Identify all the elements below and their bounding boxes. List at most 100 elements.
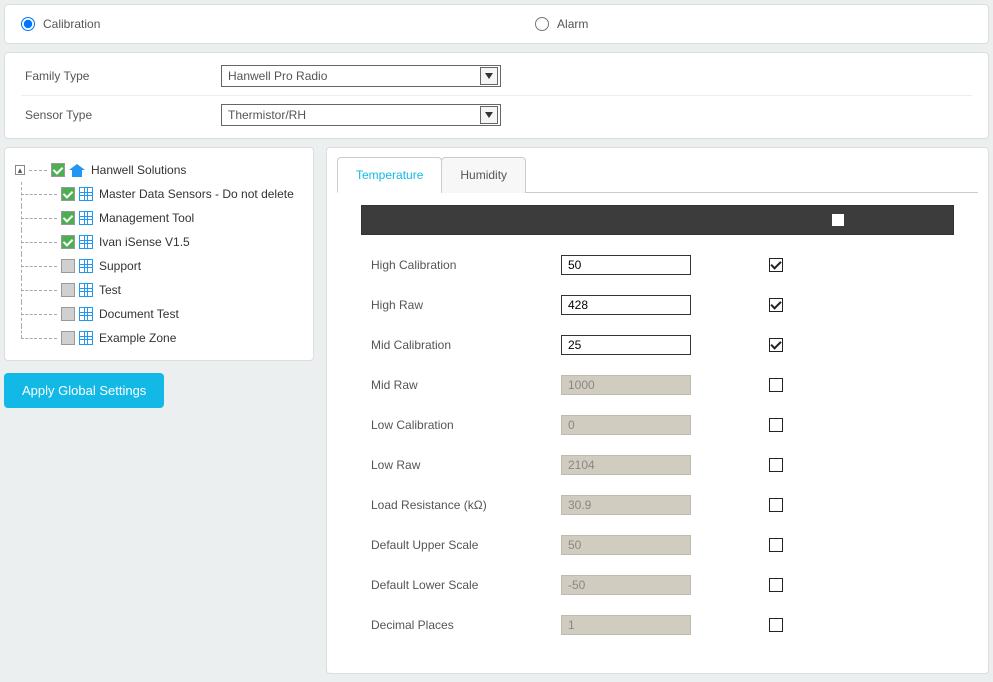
tree-item-checkbox[interactable] [61, 331, 75, 345]
tree-item-label[interactable]: Management Tool [99, 211, 194, 225]
form-wrap: High Calibration High Raw Mid Calibration M… [337, 205, 978, 659]
tree-item[interactable]: Support [13, 254, 305, 278]
family-type-value: Hanwell Pro Radio [228, 69, 327, 83]
form-row: High Raw [361, 295, 954, 315]
tree-root-checkbox[interactable] [51, 163, 65, 177]
tree-item-label[interactable]: Ivan iSense V1.5 [99, 235, 190, 249]
form-row: Mid Calibration [361, 335, 954, 355]
form-row-input [561, 455, 691, 475]
grid-icon [79, 187, 93, 201]
tree-column: ▴ Hanwell Solutions Master Data Sensors … [4, 147, 314, 674]
sensor-type-dropdown[interactable]: Thermistor/RH [221, 104, 501, 126]
form-row-input [561, 415, 691, 435]
family-type-label: Family Type [21, 69, 221, 83]
form-row-input[interactable] [561, 295, 691, 315]
form-row: Default Lower Scale [361, 575, 954, 595]
form-row-checkbox[interactable] [769, 538, 783, 552]
tree-item[interactable]: Master Data Sensors - Do not delete [13, 182, 305, 206]
sensor-type-row: Sensor Type Thermistor/RH [21, 96, 972, 134]
form-row-checkbox[interactable] [769, 258, 783, 272]
tree-item-checkbox[interactable] [61, 235, 75, 249]
grid-icon [79, 211, 93, 225]
home-icon [69, 162, 85, 178]
form-row: Mid Raw [361, 375, 954, 395]
sensor-type-value: Thermistor/RH [228, 108, 306, 122]
form-row-label: Default Upper Scale [361, 538, 561, 552]
content-panel: Temperature Humidity High CalibrationHig… [326, 147, 989, 674]
tree-panel: ▴ Hanwell Solutions Master Data Sensors … [4, 147, 314, 361]
form-row-label: Mid Raw [361, 378, 561, 392]
tab-strip: Temperature Humidity [337, 156, 978, 193]
form-row-checkbox[interactable] [769, 298, 783, 312]
form-row-checkbox[interactable] [769, 418, 783, 432]
radio-calibration[interactable] [21, 17, 35, 31]
tree-item-label[interactable]: Example Zone [99, 331, 176, 345]
family-type-row: Family Type Hanwell Pro Radio [21, 57, 972, 96]
main-area: ▴ Hanwell Solutions Master Data Sensors … [4, 147, 989, 674]
chevron-down-icon [480, 106, 498, 124]
form-row-label: Load Resistance (kΩ) [361, 498, 561, 512]
radio-alarm-option[interactable]: Alarm [535, 17, 972, 31]
form-row-label: Low Calibration [361, 418, 561, 432]
form-row: High Calibration [361, 255, 954, 275]
grid-icon [79, 331, 93, 345]
radio-alarm[interactable] [535, 17, 549, 31]
tree-item[interactable]: Example Zone [13, 326, 305, 350]
radio-alarm-label: Alarm [557, 17, 588, 31]
form-row-checkbox[interactable] [769, 458, 783, 472]
form-row-label: High Raw [361, 298, 561, 312]
tree-expander[interactable]: ▴ [15, 165, 25, 175]
form-row-checkbox[interactable] [769, 498, 783, 512]
form-row: Low Calibration [361, 415, 954, 435]
mode-radio-panel: Calibration Alarm [4, 4, 989, 44]
form-row-label: Mid Calibration [361, 338, 561, 352]
tree-item-checkbox[interactable] [61, 259, 75, 273]
tree-item-checkbox[interactable] [61, 283, 75, 297]
tree-item[interactable]: Document Test [13, 302, 305, 326]
form-row: Decimal Places [361, 615, 954, 635]
grid-icon [79, 235, 93, 249]
form-header-bar [361, 205, 954, 235]
tree-item-checkbox[interactable] [61, 307, 75, 321]
radio-calibration-option[interactable]: Calibration [21, 17, 535, 31]
tree-item-label[interactable]: Master Data Sensors - Do not delete [99, 187, 294, 201]
tree-item-checkbox[interactable] [61, 211, 75, 225]
form-row-input[interactable] [561, 335, 691, 355]
radio-calibration-label: Calibration [43, 17, 100, 31]
form-row-checkbox[interactable] [769, 378, 783, 392]
tree-root[interactable]: ▴ Hanwell Solutions [13, 158, 305, 182]
tree-item-checkbox[interactable] [61, 187, 75, 201]
form-row-input [561, 535, 691, 555]
tree-root-label[interactable]: Hanwell Solutions [91, 163, 186, 177]
form-row-checkbox[interactable] [769, 578, 783, 592]
tab-temperature[interactable]: Temperature [337, 157, 442, 193]
apply-global-settings-button[interactable]: Apply Global Settings [4, 373, 164, 408]
grid-icon [79, 259, 93, 273]
form-row: Default Upper Scale [361, 535, 954, 555]
form-row-label: Low Raw [361, 458, 561, 472]
sensor-type-label: Sensor Type [21, 108, 221, 122]
tree-item[interactable]: Management Tool [13, 206, 305, 230]
grid-icon [79, 307, 93, 321]
content-column: Temperature Humidity High CalibrationHig… [326, 147, 989, 674]
tab-humidity[interactable]: Humidity [441, 157, 526, 193]
form-row-label: High Calibration [361, 258, 561, 272]
form-row-checkbox[interactable] [769, 338, 783, 352]
form-row-label: Default Lower Scale [361, 578, 561, 592]
form-row-label: Decimal Places [361, 618, 561, 632]
tree-item-label[interactable]: Test [99, 283, 121, 297]
tree-item[interactable]: Ivan iSense V1.5 [13, 230, 305, 254]
header-select-all-checkbox[interactable] [832, 214, 844, 226]
form-row-checkbox[interactable] [769, 618, 783, 632]
grid-icon [79, 283, 93, 297]
form-row: Low Raw [361, 455, 954, 475]
chevron-down-icon [480, 67, 498, 85]
tree-item[interactable]: Test [13, 278, 305, 302]
mode-radio-row: Calibration Alarm [21, 17, 972, 31]
form-row-input [561, 495, 691, 515]
tree-item-label[interactable]: Support [99, 259, 141, 273]
form-row-input [561, 575, 691, 595]
family-type-dropdown[interactable]: Hanwell Pro Radio [221, 65, 501, 87]
form-row-input[interactable] [561, 255, 691, 275]
tree-item-label[interactable]: Document Test [99, 307, 179, 321]
